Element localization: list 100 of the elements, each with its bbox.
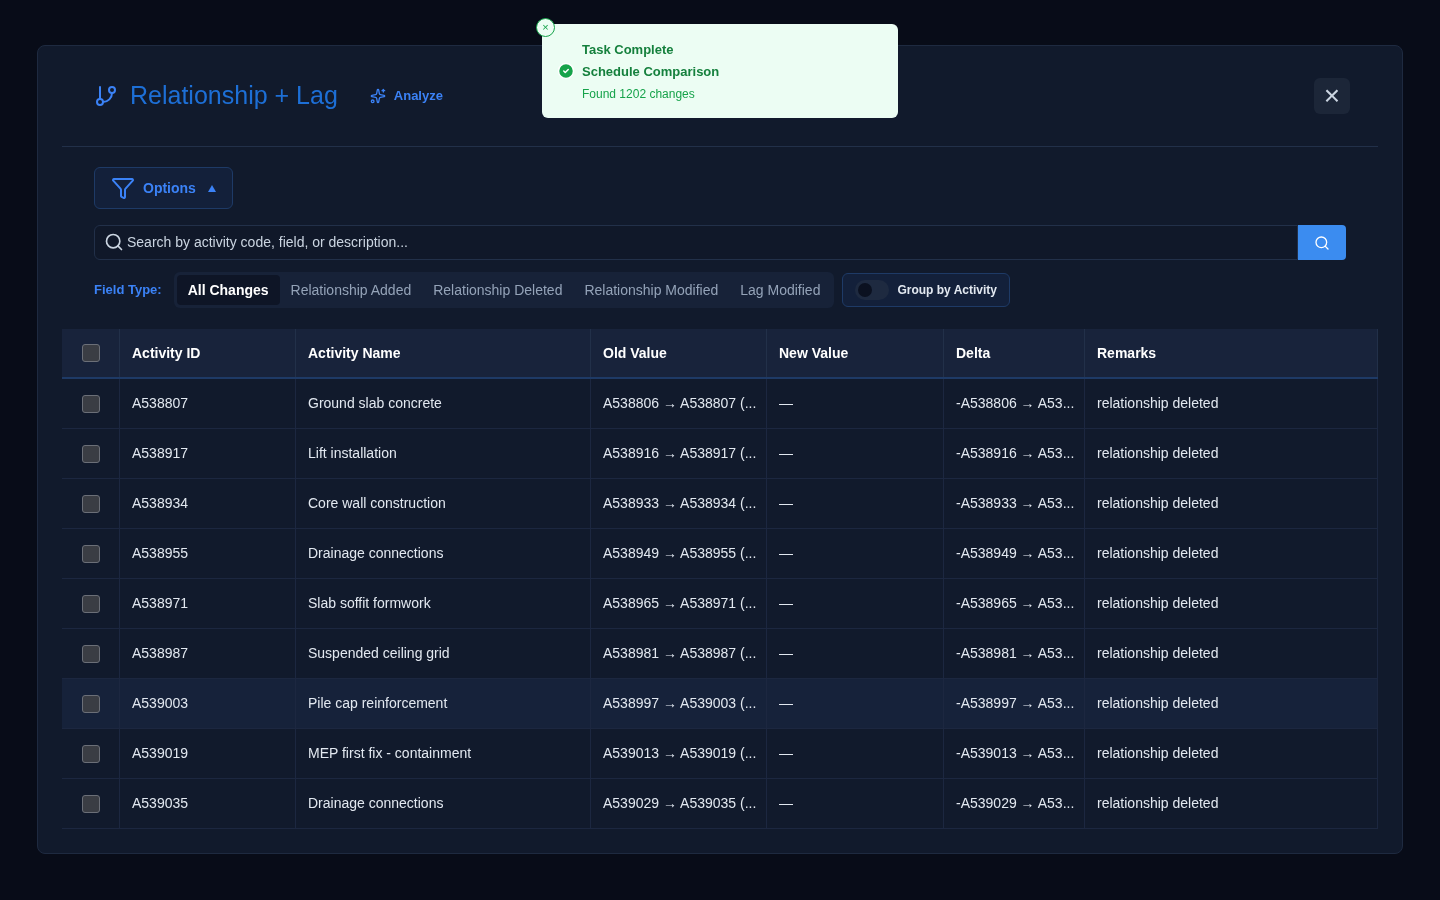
table-cell-text: A539013 → A539019 (... xyxy=(603,744,757,763)
table-cell-text: A538934 xyxy=(132,494,189,513)
filter-tab[interactable]: Lag Modified xyxy=(729,275,832,305)
checkbox[interactable] xyxy=(81,644,100,663)
checkbox[interactable] xyxy=(81,494,100,513)
table-cell-text: A539029 → A539035 (... xyxy=(603,794,757,813)
table-cell-text: Pile cap reinforcement xyxy=(308,694,448,713)
toast-heading: Schedule Comparison xyxy=(582,63,720,81)
table-row[interactable]: A538917 Lift installation A538916 → A538917 (... — -A538916 → A53... relationship deleted xyxy=(62,429,1378,479)
table-cell-text: relationship deleted xyxy=(1097,644,1219,663)
table-cell-text: relationship deleted xyxy=(1097,444,1219,463)
table-cell-text: A538806 → A538807 (... xyxy=(603,394,757,413)
table-cell-text: relationship deleted xyxy=(1097,544,1219,563)
table-cell-text: relationship deleted xyxy=(1097,744,1219,763)
table-cell-text: A538971 xyxy=(132,594,189,613)
table-cell-text: A538965 → A538971 (... xyxy=(603,594,757,613)
close-button[interactable]: × xyxy=(1314,78,1350,114)
filter-icon xyxy=(111,176,135,200)
table-cell-text: A539019 xyxy=(132,744,189,763)
table-cell-text: A538949 → A538955 (... xyxy=(603,544,757,563)
search-icon xyxy=(104,232,124,252)
table-cell-text: — xyxy=(779,394,793,413)
filter-tab[interactable]: Relationship Added xyxy=(279,275,423,305)
checkbox[interactable] xyxy=(81,744,100,763)
toggle-switch[interactable] xyxy=(855,280,890,300)
table-cell-text: — xyxy=(779,744,793,763)
column-header: Activity ID xyxy=(132,343,201,363)
table-cell-text: A539035 xyxy=(132,794,189,813)
sparkles-icon xyxy=(369,88,386,104)
table-cell-text: A538955 xyxy=(132,544,189,563)
checkbox[interactable] xyxy=(81,594,100,613)
table-cell-text: A539003 xyxy=(132,694,189,713)
search-icon xyxy=(1314,234,1330,251)
table-row[interactable]: A539003 Pile cap reinforcement A538997 → A539003 (... — -A538997 → A53... relationship deleted xyxy=(62,679,1378,729)
table-cell-text: relationship deleted xyxy=(1097,394,1219,413)
checkbox[interactable] xyxy=(81,344,100,362)
checkbox[interactable] xyxy=(81,794,100,813)
column-header: Old Value xyxy=(603,343,667,363)
checkbox[interactable] xyxy=(81,444,100,463)
table-cell-text: -A538981 → A53... xyxy=(956,644,1075,663)
table-cell-text: A538997 → A539003 (... xyxy=(603,694,757,713)
table-cell-text: Lift installation xyxy=(308,444,397,463)
table-cell-text: relationship deleted xyxy=(1097,594,1219,613)
table-row[interactable]: A539019 MEP first fix - containment A539013 → A539019 (... — -A539013 → A53... relationship deleted xyxy=(62,729,1378,779)
table-row[interactable]: A538971 Slab soffit formwork A538965 → A538971 (... — -A538965 → A53... relationship deleted xyxy=(62,579,1378,629)
table-cell-text: A538981 → A538987 (... xyxy=(603,644,757,663)
table-cell-text: relationship deleted xyxy=(1097,794,1219,813)
table-cell-text: A538916 → A538917 (... xyxy=(603,444,757,463)
analyze-button[interactable]: Analyze xyxy=(369,86,443,106)
checkbox[interactable] xyxy=(81,544,100,563)
column-header: Delta xyxy=(956,343,991,363)
group-toggle[interactable]: Group by Activity xyxy=(842,273,1011,307)
branch-icon xyxy=(94,84,118,108)
table-cell-text: — xyxy=(779,544,793,563)
table-cell-text: — xyxy=(779,644,793,663)
table-row[interactable]: A538987 Suspended ceiling grid A538981 → A538987 (... — -A538981 → A53... relationship deleted xyxy=(62,629,1378,679)
column-header: Remarks xyxy=(1097,343,1157,363)
checkbox[interactable] xyxy=(81,694,100,713)
table-cell-text: -A539013 → A53... xyxy=(956,744,1075,763)
table-cell-text: — xyxy=(779,794,793,813)
table-cell-text: — xyxy=(779,494,793,513)
filter-tab[interactable]: All Changes xyxy=(176,275,280,305)
table-cell-text: Core wall construction xyxy=(308,494,446,513)
toast-message: Found 1202 changes xyxy=(582,85,696,103)
search-button[interactable] xyxy=(1298,225,1346,260)
table-cell-text: -A538916 → A53... xyxy=(956,444,1075,463)
column-header: New Value xyxy=(779,343,849,363)
table-cell-text: -A538965 → A53... xyxy=(956,594,1075,613)
filter-tab[interactable]: Relationship Deleted xyxy=(422,275,574,305)
table-row[interactable]: A538807 Ground slab concrete A538806 → A538807 (... — -A538806 → A53... relationship deleted xyxy=(62,379,1378,429)
filter-tab[interactable]: Relationship Modified xyxy=(573,275,730,305)
options-button[interactable]: Options xyxy=(94,167,233,209)
check-circle-icon xyxy=(557,62,575,80)
table-cell-text: relationship deleted xyxy=(1097,694,1219,713)
table-row[interactable]: A539035 Drainage connections A539029 → A539035 (... — -A539029 → A53... relationship deleted xyxy=(62,779,1378,829)
table-cell-text: -A538997 → A53... xyxy=(956,694,1075,713)
table-cell-text: Slab soffit formwork xyxy=(308,594,431,613)
table-cell-text: — xyxy=(779,594,793,613)
table-row[interactable]: A538955 Drainage connections A538949 → A538955 (... — -A538949 → A53... relationship deleted xyxy=(62,529,1378,579)
table-cell-text: MEP first fix - containment xyxy=(308,744,472,763)
table-cell-text: Ground slab concrete xyxy=(308,394,442,413)
checkbox[interactable] xyxy=(81,394,100,413)
table-cell-text: — xyxy=(779,444,793,463)
table-cell-text: -A538933 → A53... xyxy=(956,494,1075,513)
table-cell-text: -A538806 → A53... xyxy=(956,394,1075,413)
table-cell-text: A538807 xyxy=(132,394,189,413)
table-cell-text: Drainage connections xyxy=(308,794,444,813)
search-field[interactable]: Search by activity code, field, or description... xyxy=(94,225,1298,260)
table-cell-text: — xyxy=(779,694,793,713)
table-cell-text: A538933 → A538934 (... xyxy=(603,494,757,513)
caret-up-icon xyxy=(207,184,216,192)
table-row[interactable]: A538934 Core wall construction A538933 → A538934 (... — -A538933 → A53... relationship deleted xyxy=(62,479,1378,529)
toast-title: Task Complete xyxy=(582,40,675,59)
table-cell-text: -A538949 → A53... xyxy=(956,544,1075,563)
column-header: Activity Name xyxy=(308,343,401,363)
table-cell-text: -A539029 → A53... xyxy=(956,794,1075,813)
table-cell-text: A538987 xyxy=(132,644,189,663)
field-type-label: Field Type: xyxy=(94,281,162,300)
modal-title: Relationship + Lag xyxy=(130,80,338,112)
table-cell-text: Suspended ceiling grid xyxy=(308,644,450,663)
